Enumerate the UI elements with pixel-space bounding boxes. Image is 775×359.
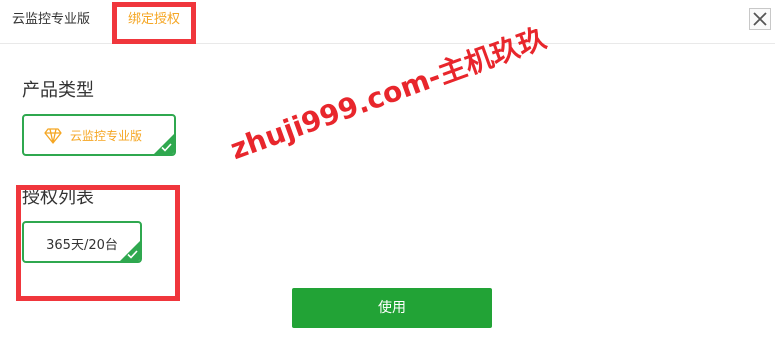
annotation-box-tab [112, 2, 196, 44]
product-type-title: 产品类型 [22, 80, 94, 101]
use-button[interactable]: 使用 [292, 288, 492, 328]
annotation-box-license [16, 185, 180, 301]
tab-cloud-monitor-pro[interactable]: 云监控专业版 [12, 0, 90, 40]
close-button[interactable] [749, 8, 771, 30]
product-option-card[interactable]: 云监控专业版 [22, 114, 176, 156]
product-option-label: 云监控专业版 [70, 129, 143, 143]
diamond-icon [44, 128, 62, 144]
check-icon [161, 143, 172, 152]
close-icon [753, 12, 767, 26]
